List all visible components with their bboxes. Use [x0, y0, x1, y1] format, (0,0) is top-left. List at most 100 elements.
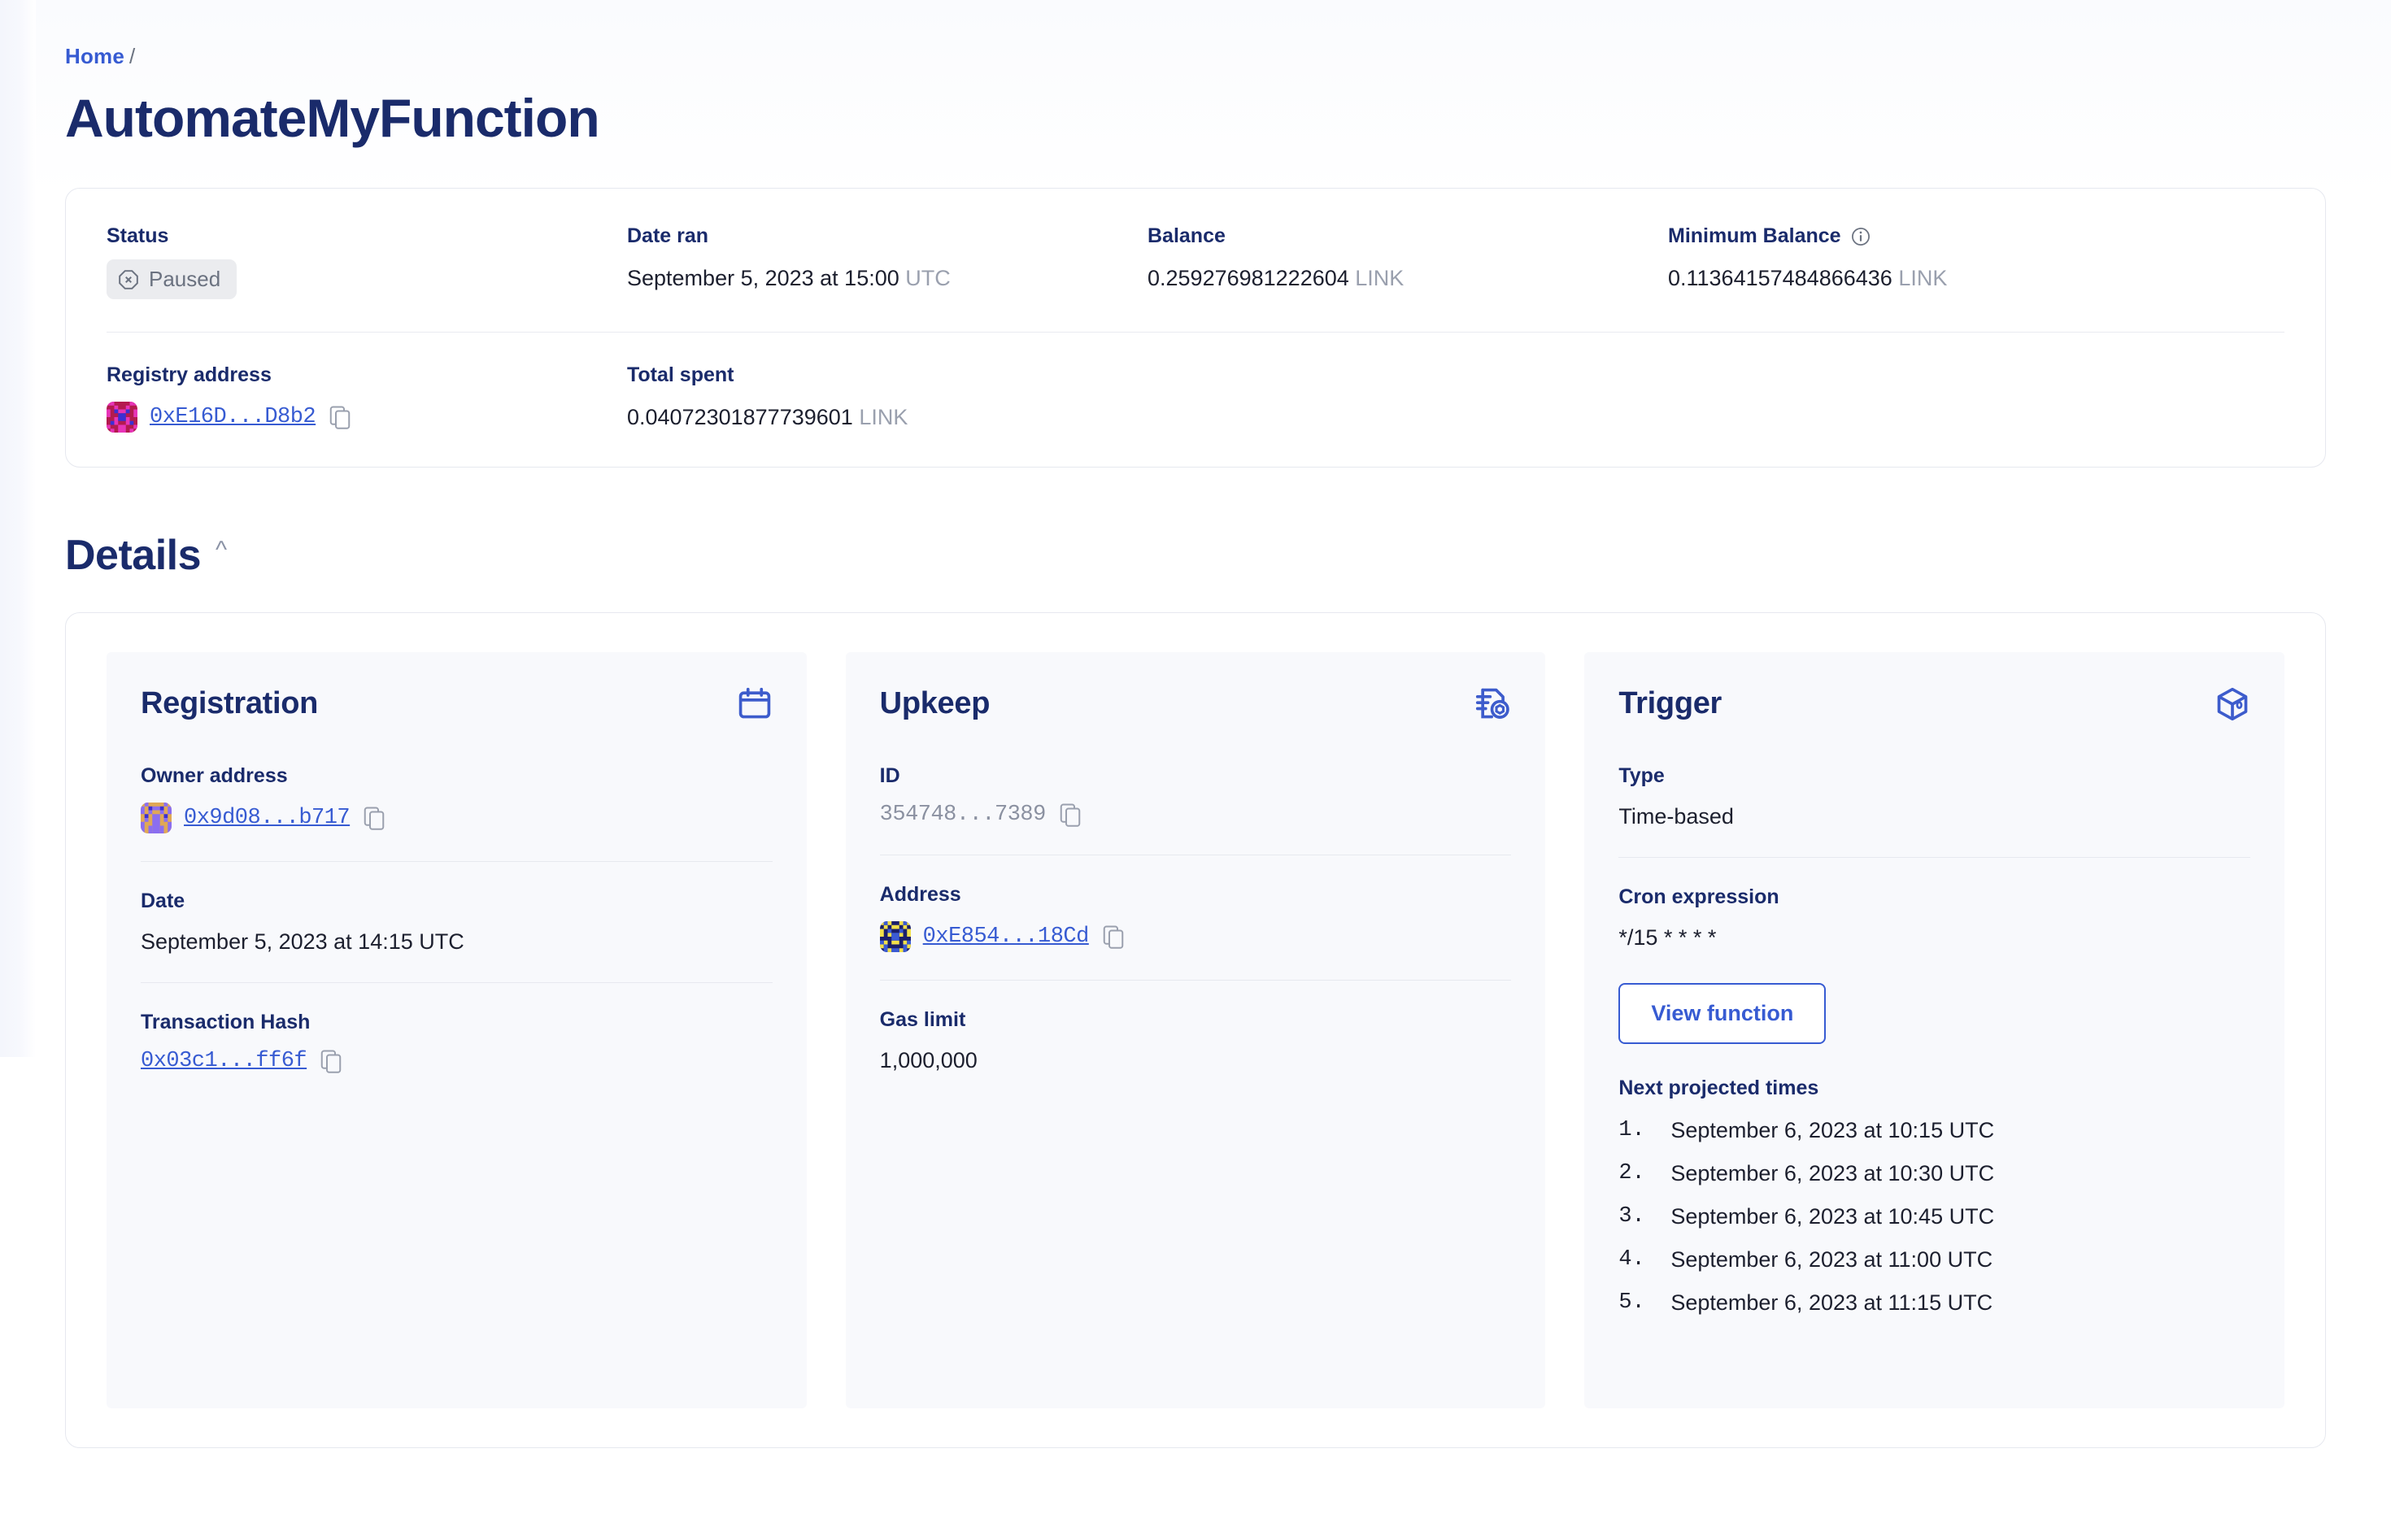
balance-value-row: 0.259276981222604 LINK [1148, 266, 1668, 291]
date-ran-label: Date ran [627, 224, 709, 247]
summary-card: Status Paused Date ran September 5, 2023… [65, 188, 2326, 468]
cron-expression-value: */15 * * * * [1618, 925, 1717, 950]
details-section-header[interactable]: Details ^ [65, 531, 2326, 580]
upkeep-id-field: ID 354748...7389 [880, 764, 1512, 827]
total-spent-unit: LINK [859, 405, 908, 429]
info-icon[interactable] [1850, 226, 1871, 247]
list-item: 2. September 6, 2023 at 10:30 UTC [1618, 1161, 2250, 1186]
cube-icon [2217, 687, 2248, 721]
registry-identicon [107, 402, 137, 433]
breadcrumb-separator: / [129, 44, 136, 68]
calendar-icon [738, 687, 770, 719]
total-spent-field: Total spent 0.04072301877739601 LINK [627, 363, 1148, 433]
balance-field: Balance 0.259276981222604 LINK [1148, 224, 1668, 299]
list-item-number: 2. [1618, 1161, 1645, 1185]
list-item-number: 5. [1618, 1290, 1645, 1315]
view-function-wrap: View function [1618, 983, 2250, 1044]
owner-address-link[interactable]: 0x9d08...b717 [184, 806, 351, 830]
transaction-hash-row: 0x03c1...ff6f [141, 1049, 773, 1073]
page-title: AutomateMyFunction [65, 88, 600, 148]
balance-label: Balance [1148, 224, 1226, 247]
upkeep-address-field: Address 0xE854...18Cd [879, 883, 1512, 952]
registry-address-link[interactable]: 0xE16D...D8b2 [150, 405, 316, 429]
list-item-time: September 6, 2023 at 10:45 UTC [1670, 1204, 1995, 1229]
cron-expression-label: Cron expression [1618, 885, 1779, 908]
list-item-time: September 6, 2023 at 11:15 UTC [1670, 1290, 1993, 1315]
copy-icon[interactable] [1058, 803, 1082, 827]
trigger-type-value: Time-based [1618, 804, 1734, 829]
trigger-type-field: Type Time-based [1618, 764, 2250, 829]
owner-address-label: Owner address [141, 764, 288, 787]
upkeep-title: Upkeep [879, 686, 991, 720]
registration-date-value: September 5, 2023 at 14:15 UTC [141, 929, 464, 954]
minimum-balance-label: Minimum Balance [1668, 224, 2284, 248]
cron-expression-field: Cron expression */15 * * * * [1618, 885, 2250, 951]
minimum-balance-unit: LINK [1898, 266, 1948, 290]
upkeep-identicon [879, 921, 911, 952]
transaction-hash-label: Transaction Hash [141, 1011, 311, 1033]
upkeep-divider-2 [879, 980, 1512, 981]
breadcrumb: Home / [65, 0, 2326, 69]
status-label: Status [107, 224, 169, 247]
list-item: 5. September 6, 2023 at 11:15 UTC [1618, 1290, 2250, 1316]
list-item-number: 3. [1618, 1204, 1645, 1229]
date-ran-timezone: UTC [905, 266, 951, 290]
status-badge: Paused [107, 259, 237, 299]
registration-divider-2 [141, 982, 773, 983]
registration-title: Registration [141, 686, 319, 720]
summary-row-primary: Status Paused Date ran September 5, 2023… [107, 224, 2284, 299]
chevron-up-icon[interactable]: ^ [216, 538, 227, 563]
list-item-time: September 6, 2023 at 10:30 UTC [1670, 1161, 1995, 1185]
trigger-panel-body: Type Time-based Cron expression */15 * *… [1618, 764, 2251, 1316]
document-seal-icon [1476, 688, 1510, 719]
minimum-balance-value: 0.11364157484866436 [1668, 266, 1892, 290]
details-card: Registration Owner address 0x9d08...b717… [65, 612, 2326, 1448]
trigger-panel-header: Trigger [1618, 686, 2250, 722]
next-projected-times-field: Next projected times 1. September 6, 202… [1618, 1077, 2250, 1316]
upkeep-id-value: 354748...7389 [879, 803, 1047, 827]
list-item-time: September 6, 2023 at 10:15 UTC [1670, 1118, 1995, 1142]
list-item: 1. September 6, 2023 at 10:15 UTC [1618, 1118, 2250, 1143]
total-spent-value-row: 0.04072301877739601 LINK [627, 405, 1148, 430]
registration-panel-header: Registration [141, 686, 773, 722]
registration-panel-body: Owner address 0x9d08...b717 Date Septemb… [141, 764, 773, 1073]
upkeep-address-label: Address [879, 883, 961, 906]
owner-address-field: Owner address 0x9d08...b717 [141, 764, 773, 833]
balance-value: 0.259276981222604 [1148, 266, 1349, 290]
details-heading: Details [65, 532, 202, 579]
copy-icon[interactable] [1101, 924, 1126, 949]
transaction-hash-field: Transaction Hash 0x03c1...ff6f [141, 1011, 773, 1073]
gas-limit-field: Gas limit 1,000,000 [880, 1008, 1512, 1073]
next-projected-times-label: Next projected times [1618, 1077, 1819, 1099]
minimum-balance-field: Minimum Balance 0.11364157484866436 LINK [1668, 224, 2284, 299]
view-function-button[interactable]: View function [1618, 983, 1827, 1044]
trigger-divider-1 [1618, 857, 2251, 858]
list-item-time: September 6, 2023 at 11:00 UTC [1670, 1247, 1993, 1272]
summary-divider [107, 332, 2284, 333]
total-spent-value: 0.04072301877739601 [627, 405, 853, 429]
list-item-number: 1. [1618, 1118, 1645, 1142]
balance-unit: LINK [1355, 266, 1405, 290]
registration-date-field: Date September 5, 2023 at 14:15 UTC [141, 890, 773, 955]
summary-row-secondary: Registry address 0xE16D...D8b2 Total spe… [107, 363, 2284, 433]
copy-icon[interactable] [362, 806, 386, 830]
date-ran-value-row: September 5, 2023 at 15:00 UTC [627, 266, 1148, 291]
copy-icon[interactable] [328, 405, 352, 429]
upkeep-address-link[interactable]: 0xE854...18Cd [923, 924, 1090, 949]
copy-icon[interactable] [319, 1049, 343, 1073]
upkeep-panel-body: ID 354748...7389 Address 0xE854...18Cd G… [879, 764, 1512, 1073]
date-ran-field: Date ran September 5, 2023 at 15:00 UTC [627, 224, 1148, 299]
octagon-x-icon [119, 269, 138, 289]
owner-address-row: 0x9d08...b717 [141, 803, 773, 833]
upkeep-address-row: 0xE854...18Cd [879, 921, 1512, 952]
list-item: 4. September 6, 2023 at 11:00 UTC [1618, 1247, 2250, 1272]
registry-address-row: 0xE16D...D8b2 [107, 402, 627, 433]
registry-address-field: Registry address 0xE16D...D8b2 [107, 363, 627, 433]
list-item: 3. September 6, 2023 at 10:45 UTC [1618, 1204, 2250, 1229]
registration-panel: Registration Owner address 0x9d08...b717… [107, 652, 807, 1408]
minimum-balance-value-row: 0.11364157484866436 LINK [1668, 266, 2284, 291]
gas-limit-value: 1,000,000 [879, 1048, 978, 1072]
breadcrumb-home-link[interactable]: Home [65, 44, 124, 68]
transaction-hash-link[interactable]: 0x03c1...ff6f [141, 1049, 307, 1073]
trigger-title: Trigger [1618, 686, 1722, 720]
